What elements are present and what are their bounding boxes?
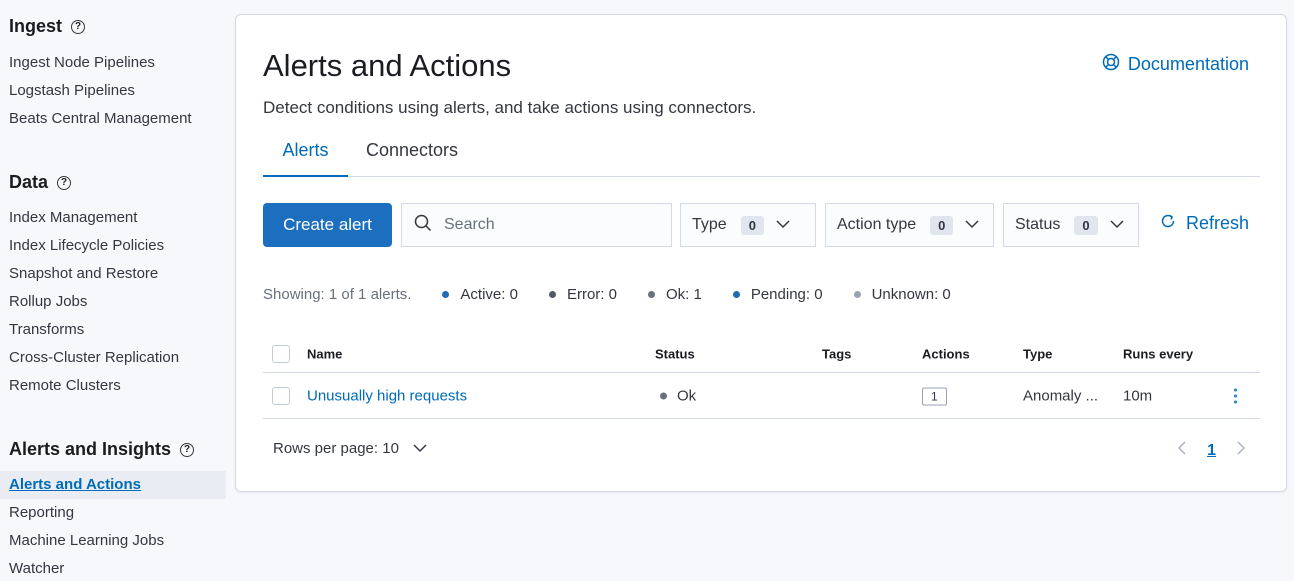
status-dot: [442, 291, 450, 298]
chevron-down-icon: [1110, 216, 1124, 234]
stat-unknown: Unknown: 0: [853, 286, 951, 303]
refresh-button[interactable]: Refresh: [1160, 213, 1249, 234]
filter-type[interactable]: Type 0: [680, 203, 816, 247]
help-icon[interactable]: ?: [180, 442, 195, 457]
rows-per-page-selector[interactable]: Rows per page: 10: [273, 440, 427, 457]
stat-pending: Pending: 0: [732, 286, 823, 303]
stat-ok: Ok: 1: [647, 286, 702, 303]
alert-type: Anomaly ...: [1023, 387, 1099, 404]
actions-badge: 1: [922, 387, 947, 405]
help-icon[interactable]: ?: [71, 19, 86, 34]
row-actions-menu-icon[interactable]: [1234, 388, 1237, 403]
help-icon[interactable]: ?: [57, 175, 72, 190]
tab-alerts[interactable]: Alerts: [263, 140, 348, 177]
status-dot: [660, 392, 667, 399]
stat-label: Unknown: 0: [871, 286, 951, 303]
alert-runs-every: 10m: [1123, 387, 1153, 404]
page-title: Alerts and Actions: [263, 48, 512, 83]
sidebar-item-snapshot-and-restore[interactable]: Snapshot and Restore: [9, 265, 158, 282]
column-header-type[interactable]: Type: [1023, 346, 1052, 361]
column-header-name[interactable]: Name: [307, 346, 342, 361]
column-header-status[interactable]: Status: [655, 346, 695, 361]
alerts-table: Name Status Tags Actions Type Runs every…: [263, 335, 1260, 419]
documentation-link[interactable]: Documentation: [1102, 53, 1249, 76]
filter-action-type[interactable]: Action type 0: [825, 203, 994, 247]
column-header-tags[interactable]: Tags: [822, 346, 851, 361]
sidebar-section-title: Ingest: [9, 16, 63, 36]
sidebar-section-title: Data: [9, 172, 49, 192]
rows-per-page-label: Rows per page: 10: [273, 440, 399, 457]
sidebar-item-ingest-node-pipelines[interactable]: Ingest Node Pipelines: [9, 54, 155, 71]
column-header-actions[interactable]: Actions: [922, 346, 970, 361]
refresh-icon: [1160, 213, 1176, 234]
create-alert-button[interactable]: Create alert: [263, 203, 392, 247]
filter-count-badge: 0: [740, 215, 764, 235]
chevron-left-icon[interactable]: [1177, 441, 1187, 460]
chevron-down-icon: [413, 440, 427, 457]
showing-count: Showing: 1 of 1 alerts.: [263, 286, 412, 303]
filter-status[interactable]: Status 0: [1003, 203, 1139, 247]
stat-label: Active: 0: [460, 286, 518, 303]
chevron-right-icon[interactable]: [1236, 441, 1246, 460]
filter-label: Action type: [837, 216, 917, 233]
main-panel: Alerts and Actions Documentation Detect …: [235, 14, 1287, 492]
select-all-checkbox[interactable]: [272, 344, 290, 363]
sidebar-item-rollup-jobs[interactable]: Rollup Jobs: [9, 293, 87, 310]
sidebar-section-data: Data ?: [9, 172, 72, 193]
status-text: Ok: [677, 387, 697, 404]
alert-name-link[interactable]: Unusually high requests: [307, 387, 467, 404]
sidebar-item-index-management[interactable]: Index Management: [9, 209, 137, 226]
help-lifebuoy-icon: [1102, 53, 1120, 76]
search-input[interactable]: [444, 216, 644, 234]
row-checkbox[interactable]: [272, 386, 290, 405]
documentation-label: Documentation: [1127, 54, 1249, 74]
alert-status: Ok: [660, 387, 696, 404]
sidebar-item-index-lifecycle-policies[interactable]: Index Lifecycle Policies: [9, 237, 164, 254]
page-number-current[interactable]: 1: [1207, 442, 1216, 460]
sidebar-item-watcher[interactable]: Watcher: [9, 560, 64, 577]
table-row: Unusually high requests Ok 1 Anomaly ...…: [263, 373, 1260, 419]
page-description: Detect conditions using alerts, and take…: [263, 98, 757, 117]
sidebar-section-ingest: Ingest ?: [9, 16, 86, 37]
alerts-summary: Showing: 1 of 1 alerts. Active: 0 Error:…: [263, 286, 951, 303]
chevron-down-icon: [776, 216, 790, 234]
status-dot: [853, 291, 861, 298]
column-header-runs-every[interactable]: Runs every: [1123, 346, 1193, 361]
tab-bar: Alerts Connectors: [263, 131, 1260, 177]
sidebar-item-alerts-and-actions[interactable]: Alerts and Actions: [0, 471, 226, 499]
status-dot: [732, 291, 740, 298]
sidebar-item-reporting[interactable]: Reporting: [9, 504, 74, 521]
sidebar-section-title: Alerts and Insights: [9, 439, 172, 459]
search-box[interactable]: [401, 203, 672, 247]
sidebar-section-alerts-and-insights: Alerts and Insights ?: [9, 439, 195, 460]
stat-error: Error: 0: [548, 286, 617, 303]
sidebar: Ingest ? Ingest Node Pipelines Logstash …: [0, 0, 226, 581]
stat-label: Ok: 1: [665, 286, 702, 303]
pagination: 1: [1177, 441, 1246, 460]
sidebar-item-remote-clusters[interactable]: Remote Clusters: [9, 377, 121, 394]
refresh-label: Refresh: [1185, 213, 1249, 233]
stat-label: Error: 0: [566, 286, 617, 303]
sidebar-item-logstash-pipelines[interactable]: Logstash Pipelines: [9, 82, 135, 99]
sidebar-item-beats-central-management[interactable]: Beats Central Management: [9, 110, 192, 127]
status-dot: [548, 291, 556, 298]
filter-count-badge: 0: [1074, 215, 1098, 235]
filter-count-badge: 0: [930, 215, 954, 235]
sidebar-item-cross-cluster-replication[interactable]: Cross-Cluster Replication: [9, 349, 179, 366]
chevron-down-icon: [965, 216, 979, 234]
stat-label: Pending: 0: [750, 286, 823, 303]
tab-connectors[interactable]: Connectors: [366, 140, 458, 177]
alert-actions-count: 1: [922, 387, 947, 405]
filter-label: Status: [1015, 216, 1061, 233]
stat-active: Active: 0: [442, 286, 518, 303]
status-dot: [647, 291, 655, 298]
table-header: Name Status Tags Actions Type Runs every: [263, 335, 1260, 373]
search-icon: [414, 214, 432, 237]
sidebar-item-machine-learning-jobs[interactable]: Machine Learning Jobs: [9, 532, 164, 549]
sidebar-item-transforms[interactable]: Transforms: [9, 321, 84, 338]
filter-label: Type: [692, 216, 727, 233]
